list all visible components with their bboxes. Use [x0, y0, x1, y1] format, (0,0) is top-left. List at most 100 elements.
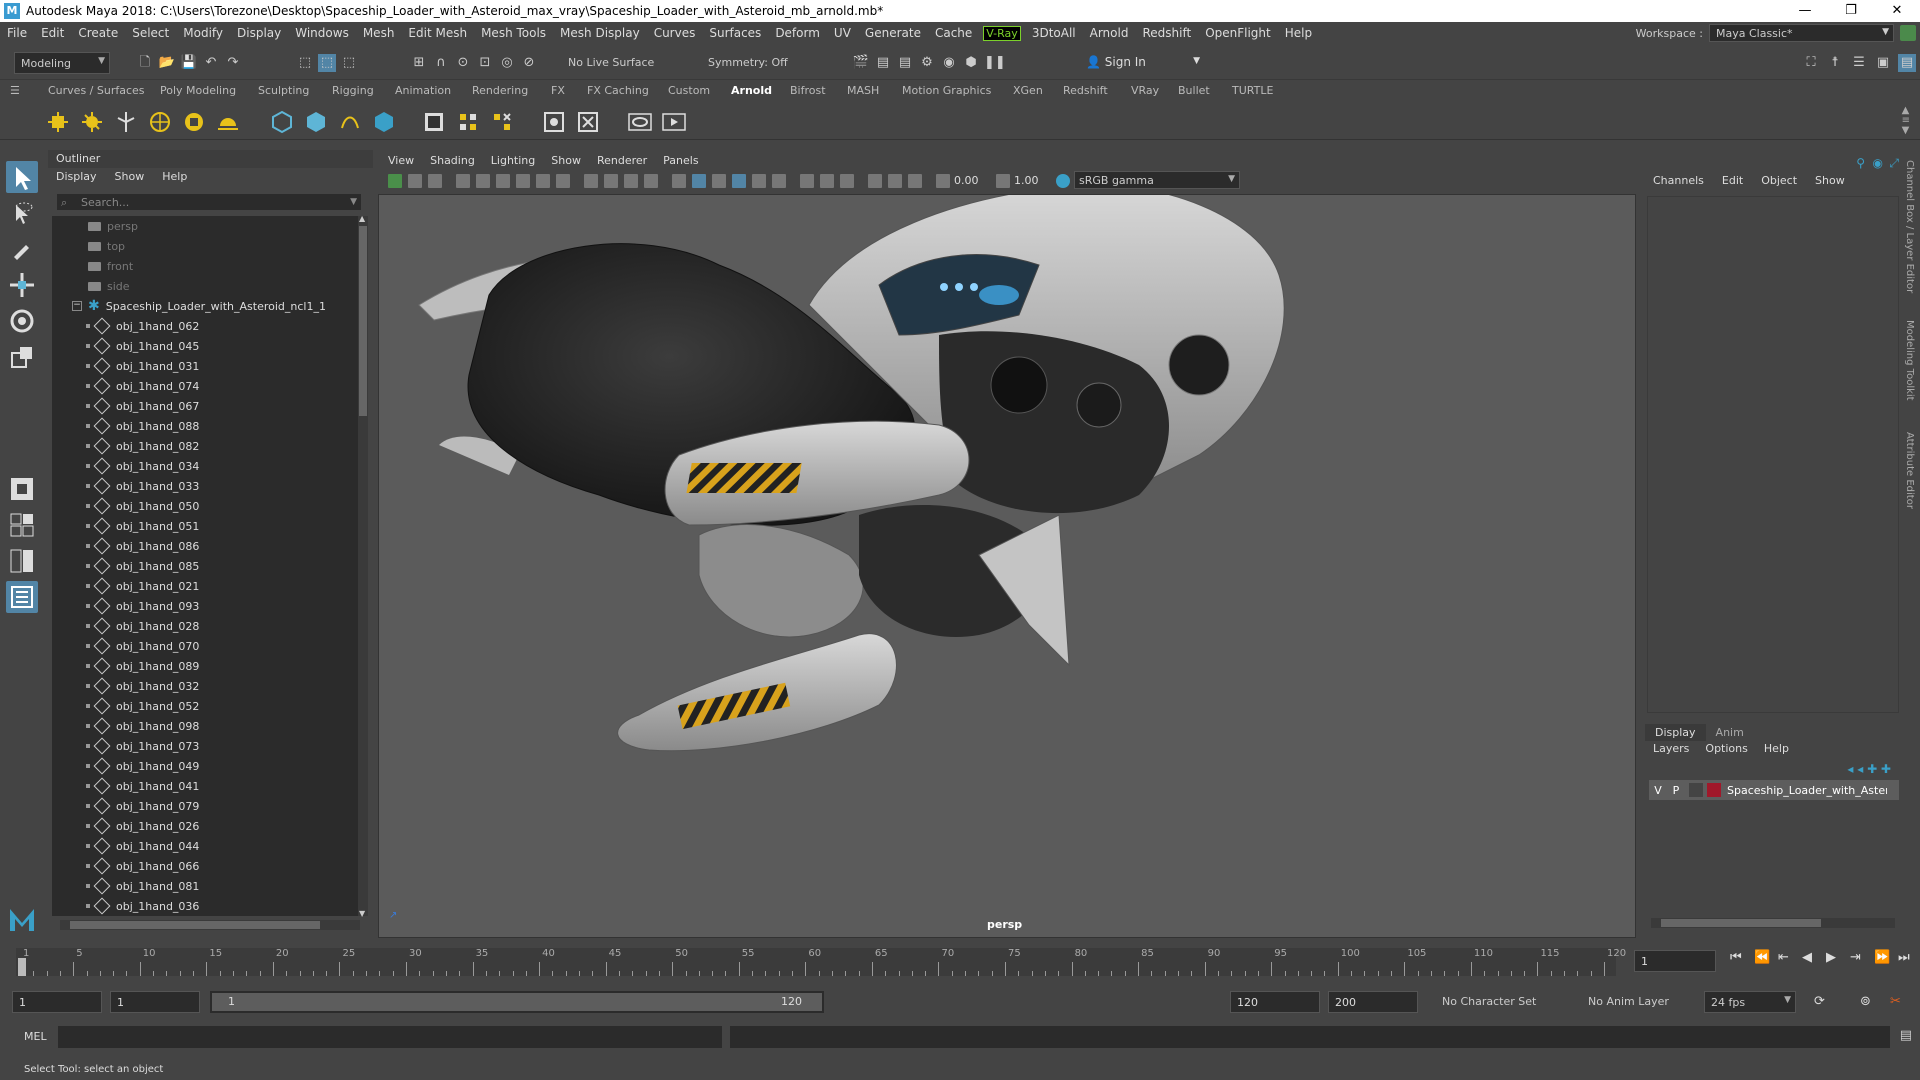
channels-show-menu[interactable]: Show — [1807, 174, 1855, 187]
layer-options-menu[interactable]: Options — [1697, 742, 1755, 755]
shelf-tab-vray[interactable]: VRay — [1131, 84, 1159, 97]
time-slider[interactable]: 1 5 10 15 20 25 30 35 40 45 50 55 60 65 70 75 80 85 90 95 10… — [0, 942, 1920, 982]
outliner-layout-icon[interactable] — [6, 581, 38, 613]
list-item[interactable]: obj_1hand_088 — [52, 416, 360, 436]
shelf-tab-rendering[interactable]: Rendering — [472, 84, 528, 97]
scene-start-field[interactable]: 1 — [12, 991, 102, 1013]
xray-joints-icon[interactable] — [908, 174, 922, 188]
shelf-tab-bullet[interactable]: Bullet — [1178, 84, 1210, 97]
four-view-layout-icon[interactable] — [6, 509, 38, 541]
viewport-3d[interactable]: ↗ persp — [378, 194, 1636, 938]
snap-surface-icon[interactable]: ◎ — [498, 54, 516, 72]
menu-create[interactable]: Create — [71, 26, 125, 40]
list-item[interactable]: obj_1hand_049 — [52, 756, 360, 776]
select-object-icon[interactable]: ⬚ — [318, 54, 336, 72]
shelf-tab-mash[interactable]: MASH — [847, 84, 879, 97]
tool-settings-icon[interactable]: ▣ — [1874, 54, 1892, 72]
menu-edit[interactable]: Edit — [34, 26, 71, 40]
expand-dot-icon[interactable] — [86, 564, 90, 568]
volume-icon[interactable] — [370, 108, 398, 136]
menu-mesh-tools[interactable]: Mesh Tools — [474, 26, 553, 40]
step-back-frame-icon[interactable]: ⏪ — [1754, 950, 1770, 965]
sun-icon[interactable] — [214, 108, 242, 136]
bookmark-icon[interactable] — [428, 174, 442, 188]
shelf-tab-animation[interactable]: Animation — [395, 84, 451, 97]
select-tool-icon[interactable] — [6, 161, 38, 193]
shelf-tab-poly-modeling[interactable]: Poly Modeling — [160, 84, 236, 97]
shelf-tab-motion-graphics[interactable]: Motion Graphics — [902, 84, 991, 97]
list-item[interactable]: obj_1hand_026 — [52, 816, 360, 836]
expand-dot-icon[interactable] — [86, 724, 90, 728]
time-slider-track[interactable]: 1 5 10 15 20 25 30 35 40 45 50 55 60 65 70 75 80 85 90 95 10… — [16, 948, 1626, 976]
camera-attributes-icon[interactable] — [408, 174, 422, 188]
viewport-menu-renderer[interactable]: Renderer — [589, 152, 655, 170]
safe-title-icon[interactable] — [644, 174, 658, 188]
script-editor-icon[interactable]: ▤ — [1900, 1028, 1912, 1043]
list-item[interactable]: obj_1hand_028 — [52, 616, 360, 636]
menu-mesh-display[interactable]: Mesh Display — [553, 26, 647, 40]
anti-aliasing-icon[interactable] — [840, 174, 854, 188]
list-item[interactable]: obj_1hand_036 — [52, 896, 360, 916]
channels-object-menu[interactable]: Object — [1753, 174, 1807, 187]
list-item[interactable]: obj_1hand_089 — [52, 656, 360, 676]
character-set-select[interactable]: No Character Set — [1436, 991, 1566, 1013]
menu-redshift[interactable]: Redshift — [1135, 26, 1198, 40]
expand-dot-icon[interactable] — [86, 804, 90, 808]
play-forwards-icon[interactable]: ▶ — [1826, 950, 1836, 965]
expand-dot-icon[interactable] — [86, 604, 90, 608]
menu-surfaces[interactable]: Surfaces — [702, 26, 768, 40]
shelf-tab-arnold[interactable]: Arnold — [731, 84, 772, 97]
sign-in-button[interactable]: 👤 Sign In ▼ — [1082, 52, 1202, 74]
arnold-render-icon[interactable]: ⬢ — [962, 54, 980, 72]
layer-visibility-toggle[interactable]: V — [1649, 784, 1667, 797]
xray-icon[interactable] — [888, 174, 902, 188]
menu-uv[interactable]: UV — [827, 26, 858, 40]
range-slider[interactable]: 1 120 — [210, 991, 824, 1013]
layer-tab-display[interactable]: Display — [1645, 724, 1706, 741]
export-standin-icon[interactable] — [302, 108, 330, 136]
save-scene-icon[interactable]: 💾 — [180, 54, 198, 72]
list-item[interactable]: obj_1hand_073 — [52, 736, 360, 756]
layer-name[interactable]: Spaceship_Loader_with_Asteroid — [1727, 784, 1887, 797]
list-item[interactable]: obj_1hand_044 — [52, 836, 360, 856]
ipr-render-icon[interactable]: ▤ — [896, 54, 914, 72]
light-manager-icon[interactable] — [540, 108, 568, 136]
area-light-icon[interactable] — [44, 108, 72, 136]
expand-dot-icon[interactable] — [86, 364, 90, 368]
list-item[interactable]: persp — [52, 216, 360, 236]
character-controls-icon[interactable]: ☨ — [1826, 54, 1844, 72]
scene-end-field[interactable]: 200 — [1328, 991, 1418, 1013]
gamma-icon[interactable] — [996, 174, 1010, 188]
collapse-icon[interactable]: − — [72, 301, 82, 311]
expand-dot-icon[interactable] — [86, 664, 90, 668]
list-item[interactable]: obj_1hand_093 — [52, 596, 360, 616]
list-item[interactable]: obj_1hand_021 — [52, 576, 360, 596]
list-item[interactable]: front — [52, 256, 360, 276]
menu-modify[interactable]: Modify — [176, 26, 230, 40]
expand-dot-icon[interactable] — [86, 444, 90, 448]
motion-blur-icon[interactable] — [820, 174, 834, 188]
menu-generate[interactable]: Generate — [858, 26, 928, 40]
expand-dot-icon[interactable] — [86, 644, 90, 648]
expand-dot-icon[interactable] — [86, 864, 90, 868]
shelf-scroll-arrows[interactable]: ▲ ≡ ▼ — [1902, 106, 1910, 136]
rotate-tool-icon[interactable] — [6, 305, 38, 337]
expand-dot-icon[interactable] — [86, 424, 90, 428]
display-layer-row[interactable]: V P Spaceship_Loader_with_Asteroid — [1649, 780, 1899, 800]
render-sequence-icon[interactable] — [660, 108, 688, 136]
snap-curve-icon[interactable]: ∩ — [432, 54, 450, 72]
shelf-tab-bifrost[interactable]: Bifrost — [790, 84, 826, 97]
shelf-tab-curves-surfaces[interactable]: Curves / Surfaces — [48, 84, 145, 97]
list-item[interactable]: obj_1hand_033 — [52, 476, 360, 496]
list-item[interactable]: obj_1hand_067 — [52, 396, 360, 416]
list-item[interactable]: side — [52, 276, 360, 296]
workspace-select[interactable]: Maya Classic* ▼ — [1709, 24, 1894, 42]
viewport-menu-panels[interactable]: Panels — [655, 152, 706, 170]
anim-layer-select[interactable]: No Anim Layer — [1582, 991, 1682, 1013]
resolution-gate-icon[interactable] — [556, 174, 570, 188]
list-item[interactable]: obj_1hand_086 — [52, 536, 360, 556]
viewport-menu-shading[interactable]: Shading — [422, 152, 483, 170]
render-settings-icon[interactable]: ⚙ — [918, 54, 936, 72]
menu-openflight[interactable]: OpenFlight — [1198, 26, 1278, 40]
field-chart-icon[interactable] — [604, 174, 618, 188]
